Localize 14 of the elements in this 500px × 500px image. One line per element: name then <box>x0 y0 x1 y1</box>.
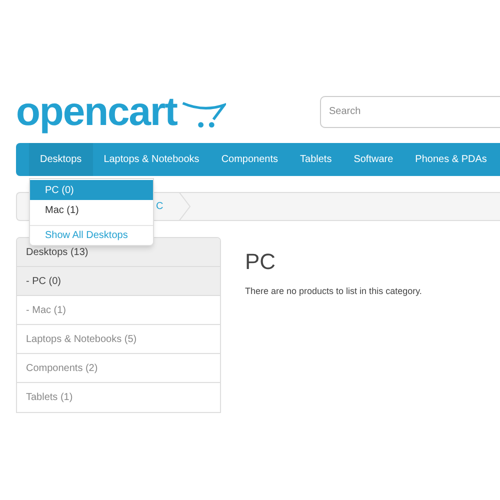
search-field[interactable]: Search <box>320 96 500 128</box>
empty-message: There are no products to list in this category. <box>245 285 422 298</box>
nav-item[interactable]: Desktops <box>29 143 93 176</box>
nav-item[interactable]: Laptops & Notebooks <box>92 143 210 176</box>
page-title: PC <box>245 251 277 273</box>
nav-item[interactable]: Phones & PDAs <box>404 143 498 176</box>
category-item[interactable]: - PC (0) <box>17 267 220 296</box>
dropdown-item[interactable]: PC (0) <box>30 180 153 200</box>
breadcrumb-link[interactable]: C <box>156 199 164 214</box>
nav-item[interactable]: Tablets <box>289 143 343 176</box>
nav-item[interactable]: Components <box>210 143 290 176</box>
nav-item[interactable]: Software <box>342 143 404 176</box>
dropdown-item[interactable]: Mac (1) <box>30 200 153 220</box>
logo[interactable]: opencart <box>16 92 226 132</box>
